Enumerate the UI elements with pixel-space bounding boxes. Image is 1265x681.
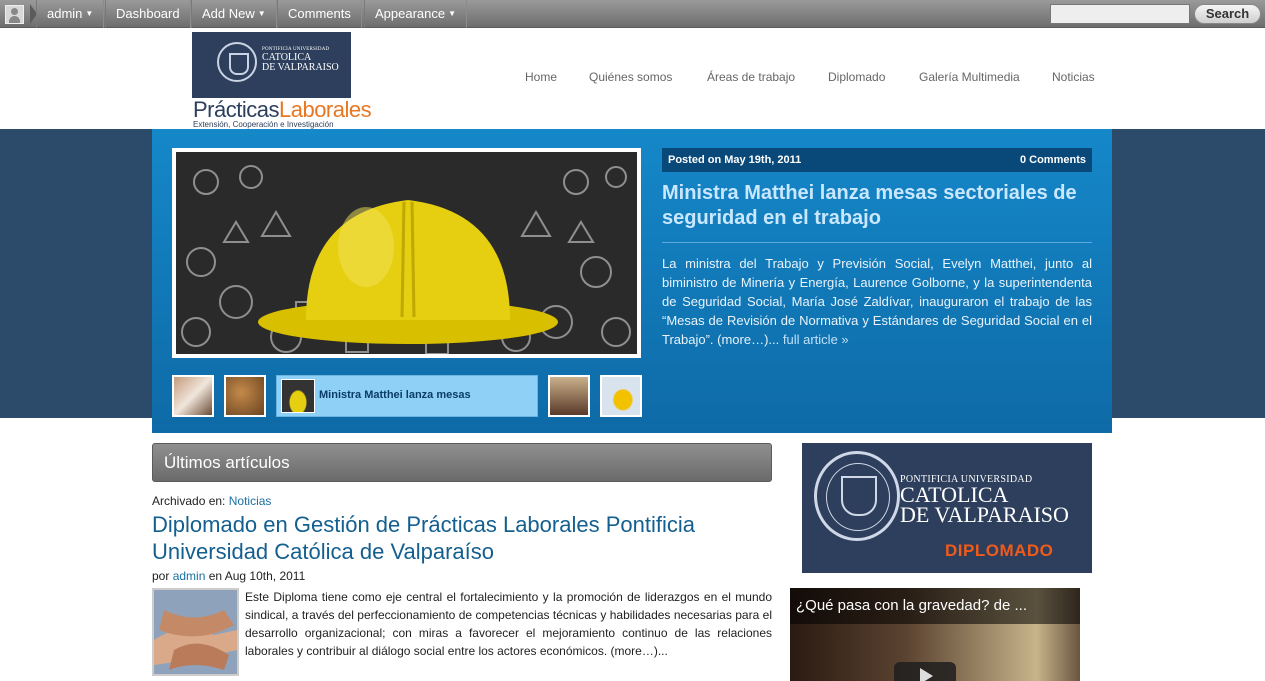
full-article-link[interactable]: full article » <box>783 332 849 347</box>
article-excerpt: Este Diploma tiene como eje central el f… <box>245 590 772 658</box>
slider-thumb-active[interactable]: Ministra Matthei lanza mesas <box>276 375 538 417</box>
featured-title[interactable]: Ministra Matthei lanza mesas sectoriales… <box>662 181 1092 231</box>
play-button-icon[interactable] <box>894 662 956 681</box>
caret-down-icon: ▼ <box>85 9 94 18</box>
nav-noticias[interactable]: Noticias <box>1052 70 1095 84</box>
dashboard-link[interactable]: Dashboard <box>105 0 191 28</box>
nav-galeria-multimedia[interactable]: Galería Multimedia <box>919 70 1020 84</box>
banner-line3: DE VALPARAISO <box>900 502 1069 527</box>
article-byline: por admin en Aug 10th, 2011 <box>152 569 305 583</box>
comments-label: Comments <box>288 6 351 21</box>
nav-diplomado[interactable]: Diplomado <box>828 70 885 84</box>
appearance-label: Appearance <box>375 6 446 21</box>
nav-areas-de-trabajo[interactable]: Áreas de trabajo <box>707 70 795 84</box>
appearance-menu[interactable]: Appearance ▼ <box>364 0 468 28</box>
add-new-label: Add New <box>202 6 255 21</box>
comments-count-link[interactable]: 0 Comments <box>1020 148 1086 172</box>
article-thumbnail[interactable] <box>152 588 239 676</box>
hands-image <box>154 590 237 674</box>
byline-by: por <box>152 569 170 583</box>
site-logo[interactable]: PONTIFICIA UNIVERSIDAD CATOLICA DE VALPA… <box>192 32 372 129</box>
slider-thumb-people[interactable] <box>548 375 590 417</box>
caret-down-icon: ▼ <box>448 9 457 18</box>
video-embed[interactable]: ¿Qué pasa con la gravedad? de ... <box>790 588 1080 681</box>
archived-label: Archivado en: <box>152 494 226 508</box>
featured-excerpt-text: La ministra del Trabajo y Previsión Soci… <box>662 256 1092 347</box>
logo-tagline: Extensión, Cooperación e Investigación <box>193 120 334 129</box>
divider <box>662 242 1092 243</box>
search-button[interactable]: Search <box>1194 4 1261 24</box>
section-heading: Últimos artículos <box>152 443 772 482</box>
featured-slider: Posted on May 19th, 2011 0 Comments Mini… <box>152 129 1112 433</box>
nav-quienes-somos[interactable]: Quiénes somos <box>589 70 672 84</box>
logo-brand-b: Laborales <box>278 97 372 122</box>
admin-bar: admin ▼ Dashboard Add New ▼ Comments Appea… <box>0 0 1265 28</box>
caret-down-icon: ▼ <box>257 9 266 18</box>
hard-hat-image <box>176 152 637 354</box>
featured-image[interactable] <box>172 148 641 358</box>
archived-in: Archivado en: Noticias <box>152 494 271 508</box>
banner-line4: DIPLOMADO <box>945 541 1054 560</box>
category-link[interactable]: Noticias <box>229 494 272 508</box>
diplomado-banner[interactable]: PONTIFICIA UNIVERSIDAD CATOLICA DE VALPA… <box>802 443 1092 573</box>
university-seal-icon <box>814 451 900 541</box>
article-title[interactable]: Diplomado en Gestión de Prácticas Labora… <box>152 511 772 565</box>
comments-link[interactable]: Comments <box>277 0 362 28</box>
logo-university-name: PONTIFICIA UNIVERSIDAD CATOLICA DE VALPA… <box>262 46 339 73</box>
slider-thumb-coins[interactable] <box>224 375 266 417</box>
nav-home[interactable]: Home <box>525 70 557 84</box>
featured-excerpt: La ministra del Trabajo y Previsión Soci… <box>662 254 1092 349</box>
video-title[interactable]: ¿Qué pasa con la gravedad? de ... <box>790 588 1080 624</box>
add-new-menu[interactable]: Add New ▼ <box>191 0 277 28</box>
active-thumb-label: Ministra Matthei lanza mesas <box>319 389 471 401</box>
slider-thumb-hands[interactable] <box>172 375 214 417</box>
logo-uni-line2: DE VALPARAISO <box>262 62 339 73</box>
slider-thumb-helmet-blueprint[interactable] <box>600 375 642 417</box>
article-date: en Aug 10th, 2011 <box>208 569 306 583</box>
admin-menu-label: admin <box>47 6 83 21</box>
search-input[interactable] <box>1050 4 1190 24</box>
logo-brand-a: Prácticas <box>193 97 279 122</box>
university-seal-icon <box>217 42 257 82</box>
dashboard-label: Dashboard <box>116 6 180 21</box>
post-meta-bar: Posted on May 19th, 2011 0 Comments <box>662 148 1092 172</box>
user-avatar-icon[interactable] <box>5 5 24 24</box>
logo-brand: PrácticasLaborales <box>193 97 372 122</box>
hard-hat-thumb <box>281 379 315 413</box>
posted-date: Posted on May 19th, 2011 <box>668 154 802 166</box>
admin-menu[interactable]: admin ▼ <box>36 0 105 28</box>
author-link[interactable]: admin <box>173 569 206 583</box>
